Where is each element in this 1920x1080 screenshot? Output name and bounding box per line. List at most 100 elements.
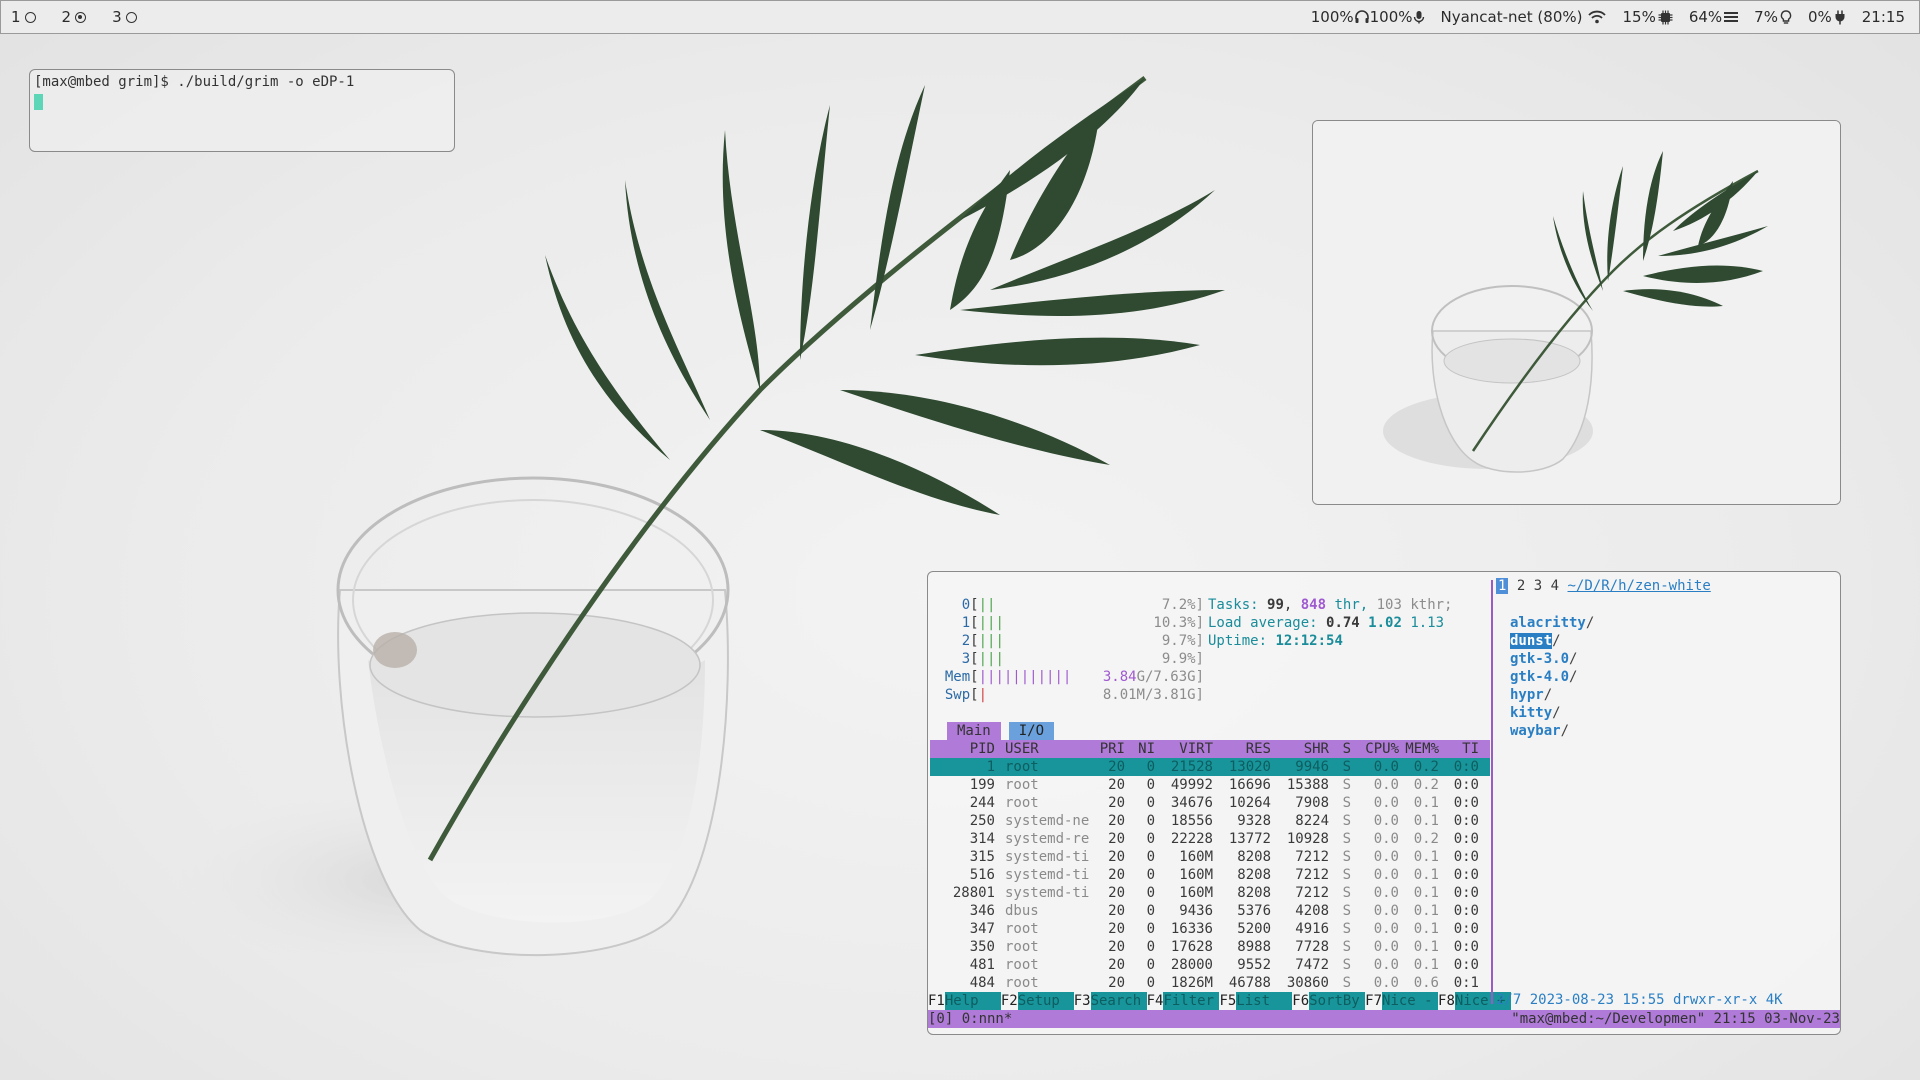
process-ni: 0: [1146, 885, 1155, 901]
col-user[interactable]: USER: [995, 740, 1095, 758]
process-row[interactable]: 314 systemd-re 20 0 22228 13772 10928 S 0.0 0.2 0:…: [930, 830, 1490, 848]
tab-io[interactable]: I/O: [1008, 722, 1055, 740]
nnn-directory-entry[interactable]: alacritty/: [1510, 614, 1594, 632]
process-time: 0:0: [1453, 921, 1479, 937]
nnn-directory-entry[interactable]: kitty/: [1510, 704, 1561, 722]
process-row[interactable]: 350 root 20 0 17628 8988 7728 S 0.0 0.1 0:0: [930, 938, 1490, 956]
process-shr: 7212: [1295, 849, 1329, 865]
terminal-cursor: [34, 94, 43, 110]
col-pid[interactable]: PID: [930, 740, 995, 758]
pane-divider[interactable]: [1491, 580, 1493, 1004]
process-ni: 0: [1146, 975, 1155, 991]
htop-pane[interactable]: 0[|| 7.2%] 1[||| 10.3%] 2[||| 9.7%] 3[||| 9.…: [928, 572, 1511, 1010]
swp-bar: |: [978, 687, 988, 703]
col-pri[interactable]: PRI: [1095, 740, 1125, 758]
process-cpu: 0.0: [1373, 885, 1399, 901]
nnn-context-4[interactable]: 4: [1551, 578, 1559, 594]
process-row[interactable]: 481 root 20 0 28000 9552 7472 S 0.0 0.1 0:0: [930, 956, 1490, 974]
tmux-window[interactable]: 0[|| 7.2%] 1[||| 10.3%] 2[||| 9.7%] 3[||| 9.…: [927, 571, 1841, 1035]
tasks-line: Tasks: 99, 848 thr, 103 kthr;: [1208, 597, 1453, 613]
process-res: 13020: [1228, 759, 1271, 775]
tab-main[interactable]: Main: [947, 722, 1001, 740]
fkey-label: Filter: [1163, 992, 1220, 1010]
terminal-window[interactable]: [max@mbed grim]$ ./build/grim -o eDP-1: [29, 69, 455, 152]
process-pri: 20: [1108, 849, 1125, 865]
process-mem: 0.1: [1413, 939, 1439, 955]
cpu-bar: |||: [978, 615, 1004, 631]
process-cpu: 0.0: [1373, 759, 1399, 775]
directory-name: gtk-3.0: [1510, 651, 1570, 667]
process-row[interactable]: 244 root 20 0 34676 10264 7908 S 0.0 0.1 0:0: [930, 794, 1490, 812]
col-state[interactable]: S: [1329, 740, 1351, 758]
nnn-context-1[interactable]: 1: [1496, 578, 1509, 594]
tmux-session[interactable]: [0] 0:nnn*: [928, 1011, 1012, 1027]
process-row[interactable]: 28801 systemd-ti 20 0 160M 8208 7212 S 0.0 0.1 0:0: [930, 884, 1490, 902]
process-shr: 4208: [1295, 903, 1329, 919]
process-row[interactable]: 1 root 20 0 21528 13020 9946 S 0.0 0.2 0:0: [930, 758, 1490, 776]
directory-name: alacritty: [1510, 615, 1586, 631]
process-time: 0:0: [1453, 939, 1479, 955]
nnn-directory-entry[interactable]: waybar/: [1510, 722, 1569, 740]
process-state: S: [1342, 867, 1351, 883]
process-res: 8988: [1237, 939, 1271, 955]
fkey-f4[interactable]: F4 Filter: [1147, 992, 1220, 1010]
col-virt[interactable]: VIRT: [1155, 740, 1213, 758]
fkey-label: SortBy: [1309, 992, 1366, 1010]
directory-name: dunst: [1510, 633, 1553, 649]
process-res: 8208: [1237, 885, 1271, 901]
fkey-f1[interactable]: F1 Help: [928, 992, 1001, 1010]
process-virt: 49992: [1170, 777, 1213, 793]
nnn-directory-entry[interactable]: gtk-4.0/: [1510, 668, 1577, 686]
process-ni: 0: [1146, 939, 1155, 955]
col-ni[interactable]: NI: [1125, 740, 1155, 758]
process-pid: 315: [969, 849, 995, 865]
process-row[interactable]: 346 dbus 20 0 9436 5376 4208 S 0.0 0.1 0:0: [930, 902, 1490, 920]
col-time[interactable]: TI: [1439, 740, 1479, 758]
process-row[interactable]: 199 root 20 0 49992 16696 15388 S 0.0 0.2 0:0: [930, 776, 1490, 794]
nnn-context-2[interactable]: 2: [1517, 578, 1525, 594]
nnn-directory-entry[interactable]: dunst/: [1510, 632, 1561, 650]
process-row[interactable]: 516 systemd-ti 20 0 160M 8208 7212 S 0.0 0.1 0:0: [930, 866, 1490, 884]
process-ni: 0: [1146, 813, 1155, 829]
fkey-f6[interactable]: F6 SortBy: [1292, 992, 1366, 1010]
process-state: S: [1342, 759, 1351, 775]
thr-label: thr,: [1334, 597, 1369, 613]
process-cpu: 0.0: [1373, 975, 1399, 991]
cpu-meter-1: 1[||| 10.3%]: [961, 615, 1204, 631]
col-cpu[interactable]: CPU%: [1351, 740, 1399, 758]
nnn-path[interactable]: ~/D/R/h/zen-white: [1568, 578, 1711, 594]
process-virt: 16336: [1170, 921, 1213, 937]
fkey-f5[interactable]: F5 List: [1219, 992, 1293, 1010]
directory-slash: /: [1552, 633, 1561, 649]
directory-name: kitty: [1510, 705, 1553, 721]
directory-name: hypr: [1510, 687, 1544, 703]
nnn-context-3[interactable]: 3: [1534, 578, 1542, 594]
process-pri: 20: [1108, 795, 1125, 811]
process-row[interactable]: 315 systemd-ti 20 0 160M 8208 7212 S 0.0 0.1 0:0: [930, 848, 1490, 866]
col-mem[interactable]: MEM%: [1399, 740, 1439, 758]
process-virt: 9436: [1179, 903, 1213, 919]
nnn-directory-entry[interactable]: hypr/: [1510, 686, 1552, 704]
col-shr[interactable]: SHR: [1271, 740, 1329, 758]
nnn-file-manager-pane[interactable]: 1 2 3 4 ~/D/R/h/zen-white alacritty/duns…: [1496, 572, 1840, 1008]
process-row[interactable]: 250 systemd-ne 20 0 18556 9328 8224 S 0.0 0.1 0:0: [930, 812, 1490, 830]
process-row[interactable]: 484 root 20 0 1826M 46788 30860 S 0.0 0.6 0:1: [930, 974, 1490, 992]
process-user: systemd-ne: [1005, 813, 1090, 829]
fkey-f7[interactable]: F7 Nice -: [1365, 992, 1439, 1010]
process-row[interactable]: 347 root 20 0 16336 5200 4916 S 0.0 0.1 0:0: [930, 920, 1490, 938]
fkey-f3[interactable]: F3 Search: [1074, 992, 1147, 1010]
process-table-header[interactable]: PID USER PRI NI VIRT RES SHR S CPU% MEM% TI: [930, 740, 1490, 758]
process-time: 0:0: [1453, 867, 1479, 883]
process-user: root: [1005, 939, 1039, 955]
nnn-directory-entry[interactable]: gtk-3.0/: [1510, 650, 1577, 668]
memory-meter: Mem[||||||||||| 3.84G/7.63G]: [944, 669, 1204, 685]
fkey-f2[interactable]: F2 Setup: [1001, 992, 1074, 1010]
process-cpu: 0.0: [1373, 795, 1399, 811]
cpu-bar: ||: [978, 597, 996, 613]
fkey-number: F2: [1000, 993, 1018, 1009]
process-shr: 15388: [1286, 777, 1329, 793]
image-viewer-window[interactable]: [1312, 120, 1841, 505]
fkey-label: Setup: [1017, 992, 1074, 1010]
col-res[interactable]: RES: [1213, 740, 1271, 758]
process-pid: 516: [969, 867, 995, 883]
